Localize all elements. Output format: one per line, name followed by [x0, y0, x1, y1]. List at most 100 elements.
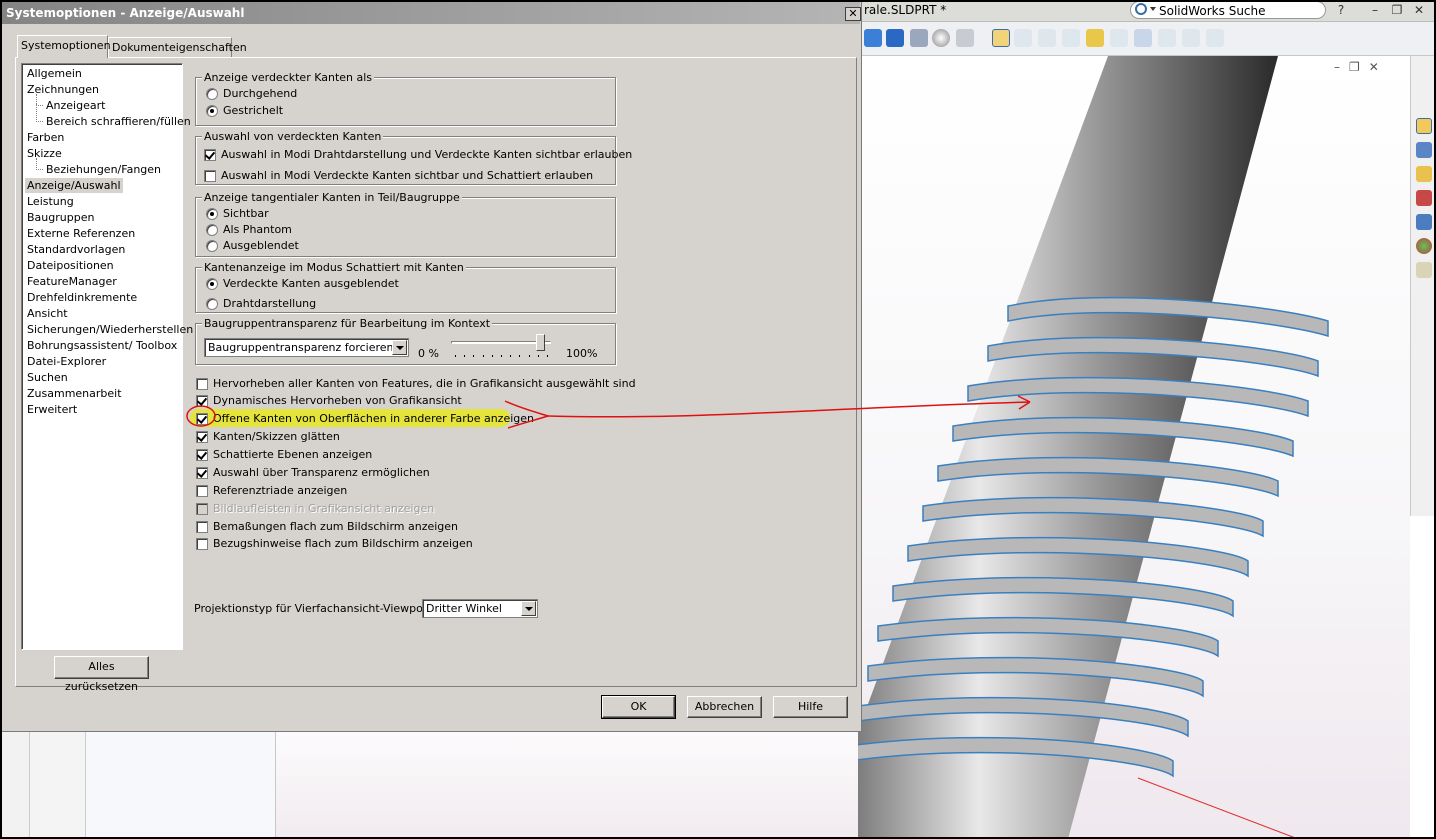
custom-properties-icon[interactable]	[1416, 262, 1432, 278]
filter-dimensions-icon[interactable]	[1182, 29, 1200, 47]
ok-button[interactable]: OK	[601, 695, 676, 719]
combo-value: Dritter Winkel	[426, 602, 502, 615]
tab-dokumenteigenschaften[interactable]: Dokumenteigenschaften	[108, 37, 247, 57]
tree-item-anzeige-auswahl[interactable]: Anzeige/Auswahl	[25, 178, 123, 193]
checkbox[interactable]	[196, 449, 208, 461]
dialog-titlebar[interactable]: Systemoptionen - Anzeige/Auswahl ✕	[2, 2, 861, 24]
tree-item-erweitert[interactable]: Erweitert	[25, 402, 79, 417]
chevron-down-icon[interactable]	[392, 340, 407, 355]
checkbox[interactable]	[196, 538, 208, 550]
restore-button[interactable]: ❐	[1388, 2, 1406, 18]
resources-icon[interactable]	[1416, 142, 1432, 158]
group-title: Baugruppentransparenz für Bearbeitung im…	[202, 317, 493, 330]
group-title: Kantenanzeige im Modus Schattiert mit Ka…	[202, 261, 466, 274]
filter-axes-icon[interactable]	[1134, 29, 1152, 47]
filter-points-icon[interactable]	[1110, 29, 1128, 47]
tab-systemoptionen[interactable]: Systemoptionen	[17, 35, 111, 58]
radio-label: Verdeckte Kanten ausgeblendet	[223, 277, 399, 290]
radio-label: Als Phantom	[223, 223, 292, 236]
search-label: SolidWorks Suche	[1159, 4, 1266, 18]
tree-item-featuremanager[interactable]: FeatureManager	[25, 274, 119, 289]
tree-item-ansicht[interactable]: Ansicht	[25, 306, 70, 321]
tree-connector	[36, 158, 43, 170]
radio-button[interactable]	[206, 105, 218, 117]
folder-icon[interactable]	[1416, 166, 1432, 182]
radio-button[interactable]	[206, 88, 218, 100]
appearance-icon[interactable]	[932, 29, 950, 47]
close-window-button[interactable]: ✕	[1410, 2, 1428, 18]
transparency-combo[interactable]: Baugruppentransparenz forcieren	[204, 338, 409, 357]
tree-item-zusammenarbeit[interactable]: Zusammenarbeit	[25, 386, 124, 401]
minimize-button[interactable]: –	[1366, 2, 1384, 18]
radio-label: Sichtbar	[223, 207, 269, 220]
radio-button[interactable]	[206, 278, 218, 290]
checkbox[interactable]	[204, 149, 216, 161]
solidworks-search[interactable]: SolidWorks Suche	[1130, 1, 1326, 19]
tree-item-allgemein[interactable]: Allgemein	[25, 66, 84, 81]
tree-item-suchen[interactable]: Suchen	[25, 370, 70, 385]
checkbox[interactable]	[196, 485, 208, 497]
radio-label: Durchgehend	[223, 87, 298, 100]
filter-vertices-icon[interactable]	[1014, 29, 1032, 47]
filter-surface-icon[interactable]	[1206, 29, 1224, 47]
radio-label: Gestrichelt	[223, 104, 284, 117]
tree-item-drehfeldinkremente[interactable]: Drehfeldinkremente	[25, 290, 139, 305]
tree-item-anzeigeart[interactable]: Anzeigeart	[44, 98, 107, 113]
tree-item-farben[interactable]: Farben	[25, 130, 66, 145]
checkbox-label: Offene Kanten von Oberflächen in anderer…	[213, 412, 534, 425]
tree-item-skizze[interactable]: Skizze	[25, 146, 64, 161]
hide-show-icon[interactable]	[910, 29, 928, 47]
display-style-icon[interactable]	[886, 29, 904, 47]
tree-item-externe-referenzen[interactable]: Externe Referenzen	[25, 226, 137, 241]
library-icon[interactable]	[1416, 190, 1432, 206]
filter-edges-icon[interactable]	[1038, 29, 1056, 47]
scene-icon[interactable]	[956, 29, 974, 47]
slider-tick	[464, 355, 466, 357]
tree-item-standardvorlagen[interactable]: Standardvorlagen	[25, 242, 127, 257]
help-button[interactable]: ?	[1332, 2, 1350, 18]
checkbox[interactable]	[196, 467, 208, 479]
checkbox[interactable]	[196, 521, 208, 533]
explorer-icon[interactable]	[1416, 214, 1432, 230]
chevron-down-icon[interactable]	[1150, 7, 1156, 11]
graphics-viewport[interactable]	[858, 56, 1410, 839]
checkbox[interactable]	[196, 413, 208, 425]
slider-min-label: 0 %	[418, 347, 439, 360]
close-icon[interactable]: ✕	[845, 7, 861, 21]
tree-item-datei-explorer[interactable]: Datei-Explorer	[25, 354, 108, 369]
radio-button[interactable]	[206, 240, 218, 252]
options-tree[interactable]: Allgemein Zeichnungen Anzeigeart Bereich…	[21, 63, 193, 650]
radio-button[interactable]	[206, 208, 218, 220]
tree-connector	[36, 104, 43, 122]
search-icon	[1135, 3, 1147, 15]
tree-item-sicherungen[interactable]: Sicherungen/Wiederherstellen	[25, 322, 195, 337]
filter-faces-icon[interactable]	[1062, 29, 1080, 47]
checkbox[interactable]	[204, 170, 216, 182]
tree-item-beziehungen[interactable]: Beziehungen/Fangen	[44, 162, 163, 177]
filter-sketch-icon[interactable]	[1086, 29, 1104, 47]
filter-planes-icon[interactable]	[1158, 29, 1176, 47]
appearances-icon[interactable]	[1416, 238, 1432, 254]
tree-item-bereich-schraffieren[interactable]: Bereich schraffieren/füllen	[44, 114, 193, 129]
home-icon[interactable]	[1416, 118, 1432, 134]
tab-label: Dokumenteigenschaften	[112, 41, 247, 54]
cancel-button[interactable]: Abbrechen	[687, 696, 762, 718]
transparency-slider-thumb[interactable]	[536, 334, 545, 351]
checkbox[interactable]	[196, 378, 208, 390]
checkbox[interactable]	[196, 395, 208, 407]
view-orientation-icon[interactable]	[864, 29, 882, 47]
help-button[interactable]: Hilfe	[773, 696, 848, 718]
radio-button[interactable]	[206, 298, 218, 310]
tree-item-dateipositionen[interactable]: Dateipositionen	[25, 258, 116, 273]
tree-item-bohrungsassistent[interactable]: Bohrungsassistent/ Toolbox	[25, 338, 179, 353]
select-filter-icon[interactable]	[992, 29, 1010, 47]
viewport-window-controls[interactable]: –❐✕	[1334, 60, 1394, 74]
chevron-down-icon[interactable]	[521, 601, 536, 616]
radio-button[interactable]	[206, 224, 218, 236]
tree-item-baugruppen[interactable]: Baugruppen	[25, 210, 96, 225]
projection-combo[interactable]: Dritter Winkel	[422, 599, 538, 618]
tree-item-leistung[interactable]: Leistung	[25, 194, 76, 209]
checkbox[interactable]	[196, 431, 208, 443]
reset-all-button[interactable]: Alles zurücksetzen	[54, 656, 149, 693]
document-title: rale.SLDPRT *	[864, 3, 947, 17]
